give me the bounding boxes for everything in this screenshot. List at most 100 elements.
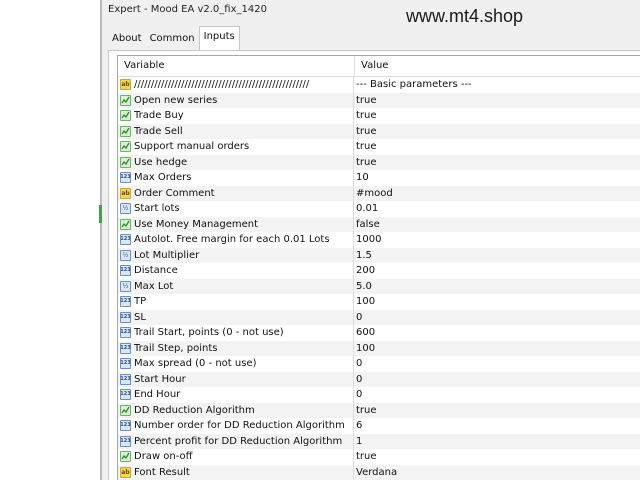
table-row[interactable]: 123 Trail Step, points 100 — [118, 340, 640, 356]
bool-icon — [120, 125, 131, 137]
table-row[interactable]: Draw on-off true — [118, 449, 640, 465]
variable-name: Draw on-off — [134, 451, 193, 463]
variable-cell: ½ Start lots — [118, 201, 354, 217]
value-cell[interactable]: 600 — [354, 327, 375, 338]
value-cell[interactable]: 1000 — [354, 234, 381, 245]
table-row[interactable]: 123 Autolot. Free margin for each 0.01 Lo… — [118, 232, 640, 248]
table-row[interactable]: ab//////////////////////////////////////… — [118, 77, 640, 93]
int-icon: 123 — [120, 420, 131, 432]
table-row[interactable]: ½ Max Lot 5.0 — [118, 278, 640, 294]
variable-name: Autolot. Free margin for each 0.01 Lots — [134, 234, 330, 246]
table-row[interactable]: 123 Start Hour 0 — [118, 371, 640, 387]
table-row[interactable]: DD Reduction Algorithm true — [118, 402, 640, 418]
variable-name: SL — [134, 311, 146, 323]
table-row[interactable]: 123 Trail Start, points (0 - not use) 600 — [118, 325, 640, 341]
value-cell[interactable]: #mood — [354, 188, 393, 199]
bool-icon — [120, 218, 131, 230]
tab-bar: About Common Inputs — [108, 26, 240, 51]
variable-cell: Open new series — [118, 92, 354, 108]
int-icon: 123 — [120, 265, 131, 277]
text-icon: ab — [120, 187, 131, 199]
table-row[interactable]: 123 Max spread (0 - not use) 0 — [118, 356, 640, 372]
value-cell[interactable]: Verdana — [354, 467, 397, 478]
value-cell[interactable]: 0 — [354, 374, 362, 385]
int-icon: 123 — [120, 389, 131, 401]
variable-name: Open new series — [134, 94, 218, 106]
variable-name: Trade Sell — [134, 125, 183, 137]
value-cell[interactable]: true — [354, 110, 377, 121]
table-row[interactable]: Use hedge true — [118, 154, 640, 170]
double-icon: ½ — [120, 249, 131, 261]
variable-cell: 123 End Hour — [118, 387, 354, 403]
variable-cell: 123 Trail Step, points — [118, 340, 354, 356]
table-row[interactable]: ab Order Comment #mood — [118, 185, 640, 201]
value-cell[interactable]: 0.01 — [354, 203, 378, 214]
value-cell[interactable]: 6 — [354, 420, 362, 431]
value-cell[interactable]: 0 — [354, 312, 362, 323]
variable-cell: 123 TP — [118, 294, 354, 310]
table-row[interactable]: 123 Max Orders 10 — [118, 170, 640, 186]
value-cell[interactable]: true — [354, 141, 377, 152]
tab-inputs[interactable]: Inputs — [198, 26, 240, 51]
value-cell[interactable]: --- Basic parameters --- — [354, 79, 472, 90]
variable-name: Trail Start, points (0 - not use) — [134, 327, 284, 339]
value-cell[interactable]: 5.0 — [354, 281, 372, 292]
table-row[interactable]: Use Money Management false — [118, 216, 640, 232]
header-value[interactable]: Value — [355, 56, 388, 76]
int-icon: 123 — [120, 296, 131, 308]
value-cell[interactable]: 100 — [354, 296, 375, 307]
table-row[interactable]: ½ Lot Multiplier 1.5 — [118, 247, 640, 263]
value-cell[interactable]: true — [354, 451, 377, 462]
variable-cell: 123 Distance — [118, 263, 354, 279]
bool-icon — [120, 141, 131, 153]
variable-cell: 123 Number order for DD Reduction Algorit… — [118, 418, 354, 434]
value-cell[interactable]: true — [354, 405, 377, 416]
variable-name: Percent profit for DD Reduction Algorith… — [134, 435, 343, 447]
value-cell[interactable]: 10 — [354, 172, 369, 183]
variable-name: Max Lot — [134, 280, 174, 292]
bool-icon — [120, 451, 131, 463]
value-cell[interactable]: true — [354, 157, 377, 168]
variable-name: ////////////////////////////////////////… — [134, 79, 310, 91]
value-cell[interactable]: 1 — [354, 436, 362, 447]
table-row[interactable]: 123 Number order for DD Reduction Algorit… — [118, 418, 640, 434]
table-row[interactable]: Trade Buy true — [118, 108, 640, 124]
value-cell[interactable]: 1.5 — [354, 250, 372, 261]
table-row[interactable]: ab Font Result Verdana — [118, 464, 640, 480]
inputs-table: Variable Value ab///////////////////////… — [117, 55, 640, 480]
table-row[interactable]: 123 TP 100 — [118, 294, 640, 310]
table-row[interactable]: Trade Sell true — [118, 123, 640, 139]
variable-cell: 123 Max Orders — [118, 170, 354, 186]
text-icon: ab — [120, 79, 131, 91]
variable-cell: 123 Autolot. Free margin for each 0.01 Lo… — [118, 232, 354, 248]
variable-name: End Hour — [134, 389, 181, 401]
value-cell[interactable]: true — [354, 126, 377, 137]
table-row[interactable]: ½ Start lots 0.01 — [118, 201, 640, 217]
table-row[interactable]: 123 End Hour 0 — [118, 387, 640, 403]
header-variable[interactable]: Variable — [118, 56, 355, 76]
value-cell[interactable]: true — [354, 95, 377, 106]
variable-name: Max spread (0 - not use) — [134, 358, 257, 370]
value-cell[interactable]: false — [354, 219, 380, 230]
table-row[interactable]: 123 Distance 200 — [118, 263, 640, 279]
bool-icon — [120, 94, 131, 106]
tab-about[interactable]: About — [108, 28, 146, 50]
inputs-panel: Variable Value ab///////////////////////… — [108, 50, 640, 480]
value-cell[interactable]: 0 — [354, 389, 362, 400]
variable-name: Trail Step, points — [134, 342, 218, 354]
background-strip — [0, 0, 101, 480]
table-row[interactable]: 123 SL 0 — [118, 309, 640, 325]
bool-icon — [120, 404, 131, 416]
table-row[interactable]: Support manual orders true — [118, 139, 640, 155]
expert-properties-window: Expert - Mood EA v2.0_fix_1420 www.mt4.s… — [102, 0, 640, 480]
value-cell[interactable]: 0 — [354, 358, 362, 369]
table-rows: ab//////////////////////////////////////… — [118, 77, 640, 480]
tab-common[interactable]: Common — [146, 28, 199, 50]
int-icon: 123 — [120, 311, 131, 323]
value-cell[interactable]: 200 — [354, 265, 375, 276]
value-cell[interactable]: 100 — [354, 343, 375, 354]
table-row[interactable]: 123 Percent profit for DD Reduction Algor… — [118, 433, 640, 449]
table-row[interactable]: Open new series true — [118, 92, 640, 108]
variable-cell: Trade Sell — [118, 123, 354, 139]
double-icon: ½ — [120, 280, 131, 292]
